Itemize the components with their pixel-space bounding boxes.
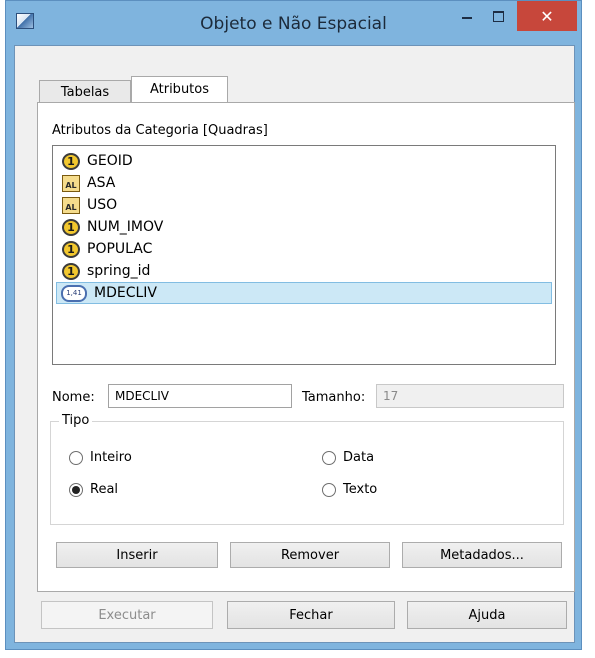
radio-label: Real bbox=[90, 482, 119, 497]
minimize-icon bbox=[462, 17, 472, 19]
tamanho-label: Tamanho: bbox=[302, 390, 366, 405]
remover-button[interactable]: Remover bbox=[230, 542, 390, 568]
radio-real[interactable]: Real bbox=[69, 482, 118, 497]
radio-inteiro[interactable]: Inteiro bbox=[69, 450, 132, 465]
text-attribute-icon: AL bbox=[62, 196, 80, 214]
text-attribute-icon: AL bbox=[62, 174, 80, 192]
metadados-button[interactable]: Metadados... bbox=[402, 542, 562, 568]
atributos-panel: Atributos da Categoria [Quadras] 1 GEOID… bbox=[37, 102, 575, 592]
list-item-label: USO bbox=[87, 197, 118, 213]
list-item-label: ASA bbox=[87, 175, 116, 191]
list-item-label: MDECLIV bbox=[94, 285, 157, 301]
list-item[interactable]: 1 spring_id bbox=[56, 260, 552, 282]
minimize-button[interactable] bbox=[454, 1, 480, 31]
tipo-group: Tipo Inteiro Data Real Texto bbox=[50, 413, 564, 525]
close-button[interactable]: ✕ bbox=[517, 1, 577, 31]
executar-button[interactable]: Executar bbox=[41, 601, 213, 629]
list-item[interactable]: AL ASA bbox=[56, 172, 552, 194]
radio-label: Inteiro bbox=[90, 450, 132, 465]
list-item-label: GEOID bbox=[87, 153, 133, 169]
integer-attribute-icon: 1 bbox=[62, 262, 80, 280]
maximize-button[interactable] bbox=[485, 1, 511, 31]
list-item[interactable]: 1 NUM_IMOV bbox=[56, 216, 552, 238]
list-item-label: spring_id bbox=[87, 263, 151, 279]
list-item[interactable]: 1 GEOID bbox=[56, 150, 552, 172]
radio-circle[interactable] bbox=[69, 450, 83, 465]
dialog-window: Objeto e Não Espacial ✕ Tabelas Atributo… bbox=[5, 0, 582, 650]
inserir-button[interactable]: Inserir bbox=[56, 542, 218, 568]
integer-attribute-icon: 1 bbox=[62, 218, 80, 236]
radio-texto[interactable]: Texto bbox=[322, 482, 377, 497]
list-item-label: POPULAC bbox=[87, 241, 153, 257]
tamanho-input bbox=[376, 384, 564, 408]
real-attribute-icon: 1,41 bbox=[61, 284, 87, 302]
radio-label: Data bbox=[343, 450, 375, 465]
maximize-icon bbox=[492, 10, 504, 22]
ajuda-button[interactable]: Ajuda bbox=[407, 601, 567, 629]
tab-tabelas[interactable]: Tabelas bbox=[39, 80, 131, 104]
nome-label: Nome: bbox=[52, 390, 95, 405]
category-label: Atributos da Categoria [Quadras] bbox=[52, 123, 268, 138]
list-item[interactable]: AL USO bbox=[56, 194, 552, 216]
radio-circle-checked[interactable] bbox=[69, 482, 83, 497]
dialog-body: Tabelas Atributos Atributos da Categoria… bbox=[14, 45, 575, 643]
title-bar[interactable]: Objeto e Não Espacial ✕ bbox=[6, 1, 581, 45]
attributes-list[interactable]: 1 GEOID AL ASA AL USO 1 NUM_IMOV 1 POPUL… bbox=[52, 145, 556, 365]
integer-attribute-icon: 1 bbox=[62, 152, 80, 170]
radio-circle[interactable] bbox=[322, 450, 336, 465]
radio-data[interactable]: Data bbox=[322, 450, 374, 465]
fechar-button[interactable]: Fechar bbox=[227, 601, 395, 629]
close-icon: ✕ bbox=[540, 6, 554, 26]
nome-input[interactable] bbox=[108, 384, 292, 408]
list-item-label: NUM_IMOV bbox=[87, 219, 164, 235]
list-item[interactable]: 1 POPULAC bbox=[56, 238, 552, 260]
radio-label: Texto bbox=[343, 482, 378, 497]
list-item-selected[interactable]: 1,41 MDECLIV bbox=[56, 282, 552, 304]
tipo-group-title: Tipo bbox=[59, 413, 93, 428]
integer-attribute-icon: 1 bbox=[62, 240, 80, 258]
tab-atributos[interactable]: Atributos bbox=[131, 76, 228, 102]
radio-circle[interactable] bbox=[322, 482, 336, 497]
